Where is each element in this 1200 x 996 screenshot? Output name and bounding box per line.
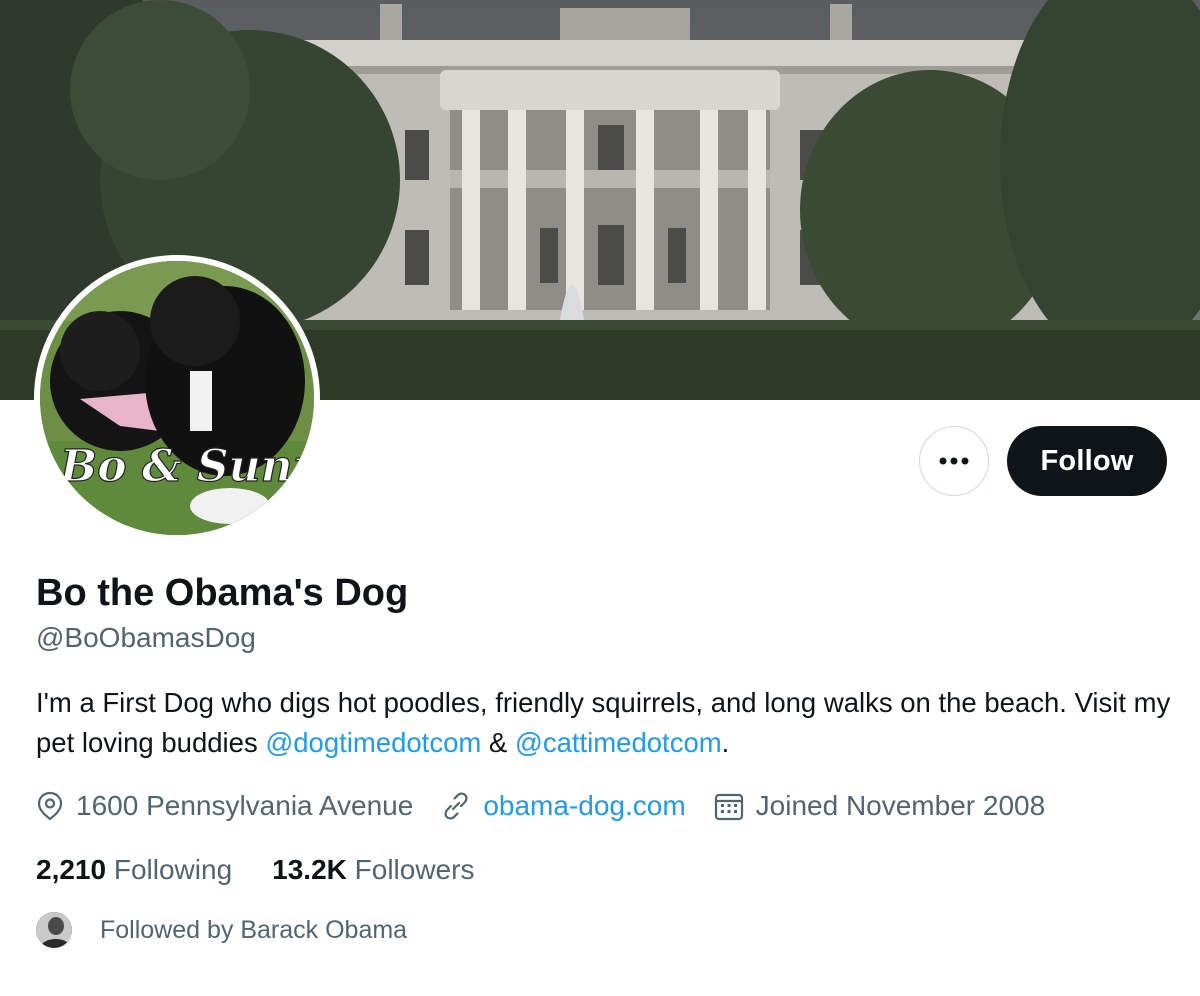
person-avatar-image — [36, 912, 72, 948]
joined-item: Joined November 2008 — [714, 790, 1046, 822]
dogs-photo: Bo & Sunny — [40, 261, 314, 535]
profile-page: Bo & Sunny Follow Bo the Obama's Dog @Bo… — [0, 0, 1200, 996]
following-stat[interactable]: 2,210 Following — [36, 854, 232, 886]
profile-bio: I'm a First Dog who digs hot poodles, fr… — [36, 683, 1176, 763]
follow-stats: 2,210 Following 13.2K Followers — [36, 850, 514, 890]
bio-end: . — [721, 727, 730, 758]
following-label: Following — [113, 854, 233, 885]
mention-link-cattime[interactable]: @cattimedotcom — [515, 727, 722, 758]
follow-button[interactable]: Follow — [1007, 426, 1167, 496]
website-link[interactable]: obama-dog.com — [483, 790, 685, 822]
followed-by[interactable]: Followed by Barack Obama — [36, 910, 407, 950]
followers-count: 13.2K — [272, 854, 347, 885]
avatar-caption: Bo & Sunny — [58, 441, 314, 492]
follower-avatar — [36, 912, 72, 948]
avatar-image: Bo & Sunny — [40, 261, 314, 535]
location-text: 1600 Pennsylvania Avenue — [76, 790, 414, 821]
profile-avatar[interactable]: Bo & Sunny — [34, 255, 320, 541]
calendar-icon — [714, 793, 743, 821]
location-item: 1600 Pennsylvania Avenue — [36, 790, 413, 822]
more-horizontal-icon — [939, 457, 969, 465]
mention-link-dogtime[interactable]: @dogtimedotcom — [265, 727, 481, 758]
followed-by-text: Followed by Barack Obama — [100, 915, 408, 944]
more-options-button[interactable] — [919, 426, 989, 496]
link-icon — [444, 792, 468, 820]
display-name: Bo the Obama's Dog — [36, 572, 409, 614]
bio-connector: & — [481, 727, 515, 758]
followers-label: Followers — [354, 854, 475, 885]
location-pin-icon — [37, 791, 63, 821]
profile-meta: 1600 Pennsylvania Avenue obama-dog.com J… — [36, 786, 1073, 826]
joined-text: Joined November 2008 — [755, 790, 1046, 821]
followers-stat[interactable]: 13.2K Followers — [272, 854, 474, 886]
user-handle: @BoObamasDog — [36, 622, 256, 653]
following-count: 2,210 — [36, 854, 107, 885]
website-item: obama-dog.com — [441, 790, 686, 822]
